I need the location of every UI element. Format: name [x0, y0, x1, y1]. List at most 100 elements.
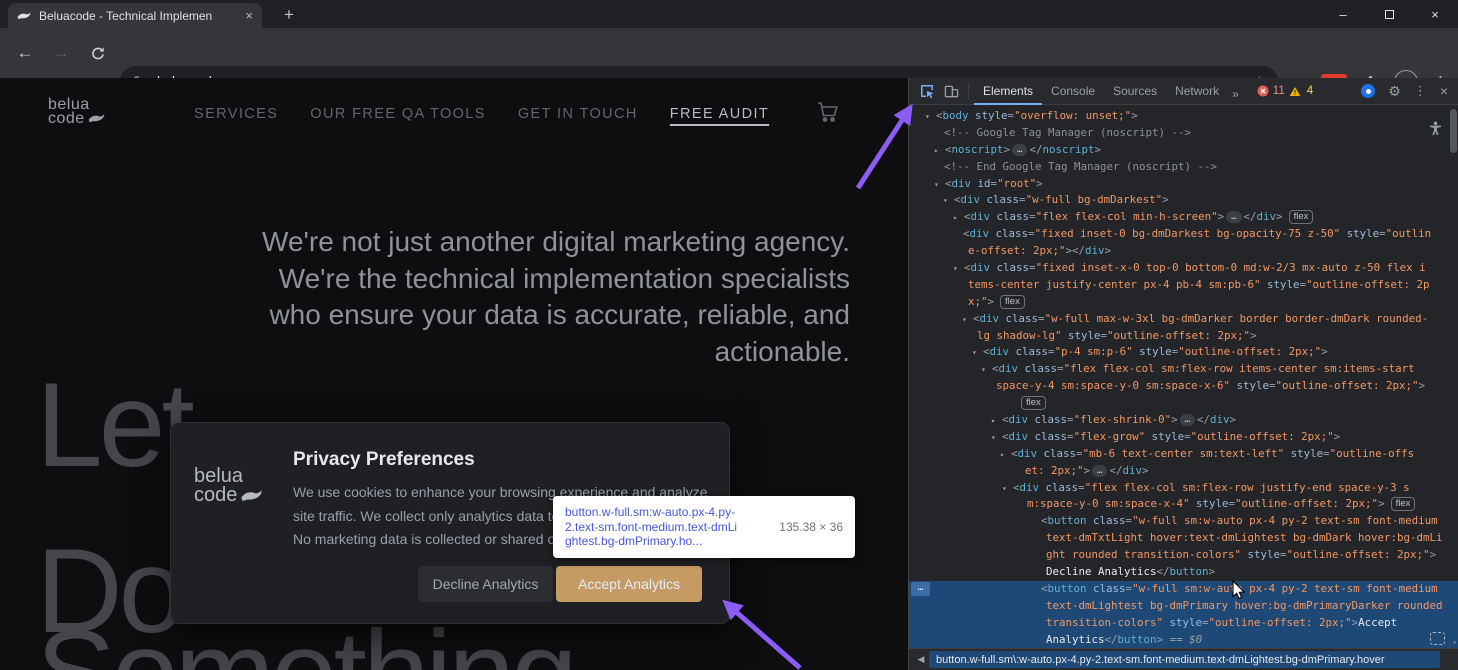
selected-node-more-actions[interactable]: …: [911, 582, 930, 596]
window-close-button[interactable]: ×: [1412, 0, 1458, 28]
dom-tree-row[interactable]: Analytics</button> == $0: [909, 632, 1458, 648]
devtools-panel: ElementsConsoleSourcesNetwork » 11 4: [908, 78, 1458, 670]
window-maximize-button[interactable]: [1366, 0, 1412, 28]
devtools-tabs: ElementsConsoleSourcesNetwork: [974, 78, 1228, 105]
dom-tree-row[interactable]: ▾<body style="overflow: unset;">: [909, 108, 1458, 125]
tooltip-selector: button.w-full.sm:w-auto.px-4.py-2.text-s…: [565, 505, 737, 549]
forward-button[interactable]: →: [46, 39, 76, 67]
dom-tree-row[interactable]: <div class="fixed inset-0 bg-dmDarkest b…: [909, 226, 1458, 243]
devtools-tab-network[interactable]: Network: [1166, 78, 1228, 105]
bg-word-let: Let: [36, 365, 191, 485]
reload-icon: [90, 46, 105, 61]
back-button[interactable]: ←: [10, 39, 40, 67]
tooltip-dimensions: 135.38 × 36: [769, 520, 843, 534]
devtools-tab-sources[interactable]: Sources: [1104, 78, 1166, 105]
devtools-toolbar: ElementsConsoleSourcesNetwork » 11 4: [909, 78, 1458, 105]
tab-favicon-whale-icon: [17, 11, 31, 21]
tab-close-button[interactable]: ×: [245, 9, 253, 22]
nav-item-our-free-qa-tools[interactable]: OUR FREE QA TOOLS: [310, 106, 486, 122]
dom-tree-row[interactable]: lg shadow-lg" style="outline-offset: 2px…: [909, 328, 1458, 345]
logo-line2: code: [48, 110, 85, 127]
site-logo[interactable]: belua code: [48, 98, 105, 127]
browser-titlebar: Beluacode - Technical Implemen × + – ×: [0, 0, 1458, 28]
dom-tree-row[interactable]: ▾<div id="root">: [909, 176, 1458, 193]
dom-tree-row[interactable]: ▾<div class="flex-grow" style="outline-o…: [909, 429, 1458, 446]
dom-tree-row[interactable]: space-y-4 sm:space-y-0 sm:space-x-6" sty…: [909, 378, 1458, 395]
modal-logo: belua code: [194, 467, 263, 507]
webpage: belua code SERVICES OUR FREE QA TOOLS GET …: [0, 78, 908, 670]
dom-tree-row[interactable]: et: 2px;">…</div>: [909, 463, 1458, 480]
dom-tree-row[interactable]: e-offset: 2px;"></div>: [909, 243, 1458, 260]
error-icon: [1257, 85, 1269, 97]
dom-tree-row[interactable]: <!-- Google Tag Manager (noscript) -->: [909, 125, 1458, 142]
warning-icon: [1289, 86, 1301, 97]
scrollbar-thumb[interactable]: [1450, 109, 1457, 153]
nav-item-services[interactable]: SERVICES: [194, 106, 278, 122]
dom-tree-row[interactable]: <!-- End Google Tag Manager (noscript) -…: [909, 159, 1458, 176]
dom-tree-lines: ▾<body style="overflow: unset;"><!-- Goo…: [909, 108, 1458, 648]
dom-tree-row[interactable]: ght rounded transition-colors" style="ou…: [909, 547, 1458, 564]
devtools-statusbar: ◀ button.w-full.sm\:w-auto.px-4.py-2.tex…: [909, 648, 1458, 670]
breadcrumb-item[interactable]: button.w-full.sm\:w-auto.px-4.py-2.text-…: [929, 651, 1440, 668]
dom-tree-row[interactable]: <button class="w-full sm:w-auto px-4 py-…: [909, 513, 1458, 530]
dom-tree-row[interactable]: <button class="w-full sm:w-auto px-4 py-…: [909, 581, 1458, 598]
modal-title: Privacy Preferences: [293, 449, 475, 471]
dom-tree-row[interactable]: m:space-y-0 sm:space-x-4" style="outline…: [909, 496, 1458, 513]
dom-tree-row[interactable]: text-dmLightest bg-dmPrimary hover:bg-dm…: [909, 598, 1458, 615]
focus-page-icon[interactable]: [1430, 632, 1445, 645]
dom-tree-row[interactable]: ▾<div class="w-full max-w-3xl bg-dmDarke…: [909, 311, 1458, 328]
dom-tree-row[interactable]: ▸<div class="flex-shrink-0">…</div>: [909, 412, 1458, 429]
error-count-badge: 11: [1273, 85, 1285, 97]
dom-tree-row[interactable]: ▾<div class="flex flex-col sm:flex-row i…: [909, 361, 1458, 378]
screenshot-root: Beluacode - Technical Implemen × + – × ←…: [0, 0, 1458, 670]
scrollbar-down-arrow[interactable]: ▾: [1452, 638, 1457, 647]
hero-text: We're not just another digital marketing…: [262, 224, 850, 370]
dom-tree-row[interactable]: ▾<div class="p-4 sm:p-6" style="outline-…: [909, 344, 1458, 361]
nav-item-get-in-touch[interactable]: GET IN TOUCH: [518, 106, 638, 122]
inspect-cursor-icon: [919, 83, 935, 99]
dom-tree-row[interactable]: Decline Analytics</button>: [909, 564, 1458, 581]
window-minimize-button[interactable]: –: [1320, 0, 1366, 28]
accept-analytics-button[interactable]: Accept Analytics: [556, 566, 702, 602]
logo-whale-icon: [88, 113, 105, 127]
tab-title: Beluacode - Technical Implemen: [39, 9, 237, 23]
new-tab-button[interactable]: +: [278, 4, 300, 26]
accessibility-toggle-icon[interactable]: [1429, 121, 1442, 139]
dom-tree-row[interactable]: ▸<div class="flex flex-col min-h-screen"…: [909, 209, 1458, 226]
dom-tree-row[interactable]: flex: [909, 395, 1458, 412]
more-tabs-chevron[interactable]: »: [1228, 81, 1243, 101]
dom-tree-row[interactable]: tems-center justify-center px-4 pb-4 sm:…: [909, 277, 1458, 294]
browser-toolbar: ← → beluacode.com ☆ OFF: [0, 28, 1458, 78]
dom-tree-row[interactable]: ▾<div class="fixed inset-x-0 top-0 botto…: [909, 260, 1458, 277]
dom-tree: ▾<body style="overflow: unset;"><!-- Goo…: [909, 105, 1458, 648]
dom-tree-row[interactable]: ▸<noscript>…</noscript>: [909, 142, 1458, 159]
dom-tree-row[interactable]: x;">flex: [909, 294, 1458, 311]
breadcrumb-back-chevron[interactable]: ◀: [913, 654, 929, 665]
settings-gear-icon[interactable]: ⚙: [1388, 83, 1401, 100]
dom-tree-row[interactable]: ▾<div class="w-full bg-dmDarkest">: [909, 192, 1458, 209]
reload-button[interactable]: [82, 39, 112, 67]
devtools-tab-elements[interactable]: Elements: [974, 78, 1042, 105]
devtools-close-button[interactable]: ×: [1440, 83, 1448, 99]
maximize-icon: [1385, 10, 1394, 19]
inspect-tooltip: button.w-full.sm:w-auto.px-4.py-2.text-s…: [553, 496, 855, 558]
modal-logo-whale-icon: [240, 488, 263, 507]
devtools-extension-icon[interactable]: [1361, 84, 1375, 98]
inspect-element-button[interactable]: [915, 81, 939, 101]
browser-tab[interactable]: Beluacode - Technical Implemen ×: [8, 3, 262, 28]
issues-badges[interactable]: 11 4: [1257, 85, 1313, 97]
dom-tree-row[interactable]: transition-colors" style="outline-offset…: [909, 615, 1458, 632]
page-nav: SERVICES OUR FREE QA TOOLS GET IN TOUCH FRE…: [194, 106, 769, 122]
dom-tree-row[interactable]: ▾<div class="flex flex-col sm:flex-row j…: [909, 480, 1458, 497]
cart-icon[interactable]: [816, 100, 840, 129]
devtools-menu-kebab-icon[interactable]: ⋮: [1414, 83, 1427, 99]
dom-tree-row[interactable]: ▸<div class="mb-6 text-center sm:text-le…: [909, 446, 1458, 463]
devtools-tab-console[interactable]: Console: [1042, 78, 1104, 105]
decline-analytics-button[interactable]: Decline Analytics: [418, 566, 553, 602]
warning-count-badge: 4: [1307, 85, 1313, 97]
dom-tree-row[interactable]: text-dmTxtLight hover:text-dmLightest bg…: [909, 530, 1458, 547]
nav-item-free-audit[interactable]: FREE AUDIT: [670, 106, 769, 122]
modal-logo-line2: code: [194, 484, 237, 506]
device-toolbar-button[interactable]: [939, 81, 963, 101]
toolbar-separator: [968, 83, 969, 99]
